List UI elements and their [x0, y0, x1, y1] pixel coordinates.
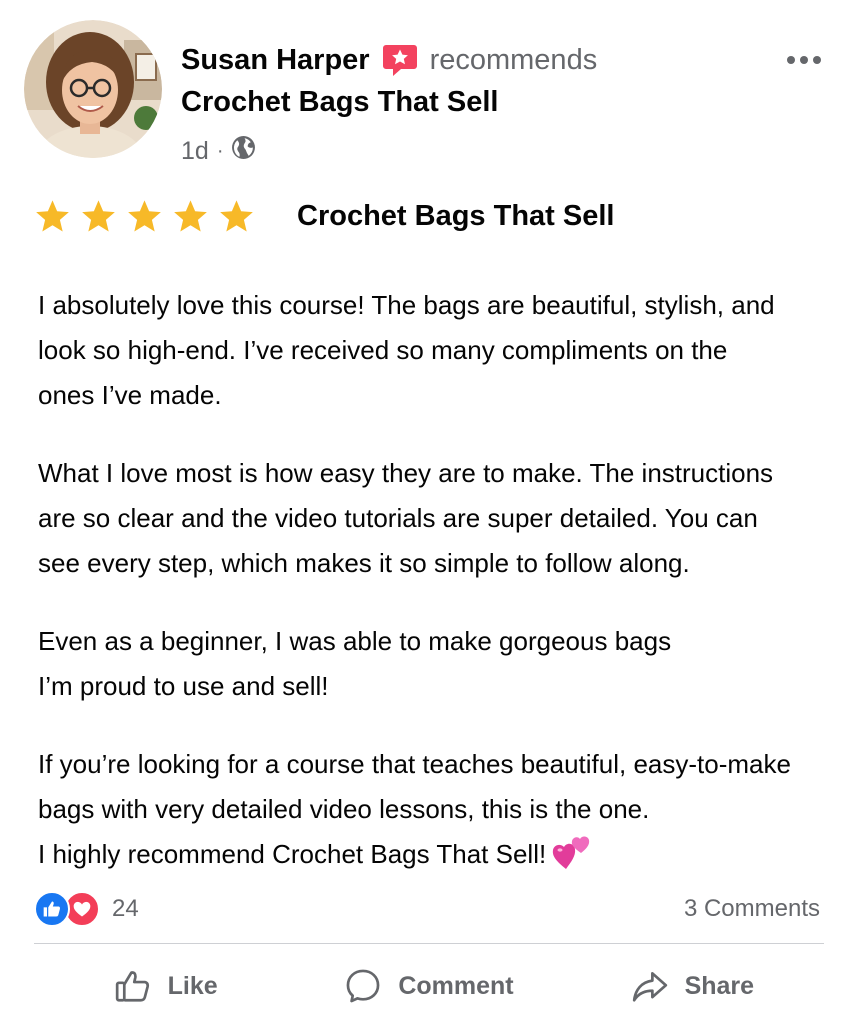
review-line: look so high-end. I’ve received so many …: [38, 335, 728, 365]
comment-button[interactable]: Comment: [297, 958, 560, 1014]
post-actions: Like Comment Share: [34, 958, 824, 1014]
star-rating: [34, 198, 255, 235]
star-icon: [174, 199, 207, 231]
share-button[interactable]: Share: [561, 958, 824, 1014]
actions-divider: [34, 943, 824, 944]
share-icon: [632, 971, 667, 1002]
review-line: Even as a beginner, I was able to make g…: [38, 626, 672, 656]
star-icon: [220, 199, 253, 231]
review-line: I highly recommend Crochet Bags That Sel…: [38, 839, 547, 869]
more-options-button[interactable]: [780, 44, 828, 76]
review-paragraph: What I love most is how easy they are to…: [38, 451, 828, 586]
globe-icon[interactable]: [231, 135, 256, 167]
review-paragraph: I absolutely love this course! The bags …: [38, 283, 828, 418]
like-label: Like: [167, 971, 218, 1000]
star-icon: [128, 199, 161, 231]
like-button[interactable]: Like: [34, 958, 297, 1014]
review-paragraph: If you’re looking for a course that teac…: [38, 742, 828, 877]
rating-row: Crochet Bags That Sell: [34, 194, 614, 238]
review-line: I absolutely love this course! The bags …: [38, 290, 775, 320]
comment-label: Comment: [398, 971, 514, 1000]
review-line: What I love most is how easy they are to…: [38, 458, 774, 488]
author-name[interactable]: Susan Harper: [181, 44, 370, 77]
more-dot-icon: [787, 56, 795, 64]
more-dot-icon: [800, 56, 808, 64]
star-icon: [36, 199, 69, 231]
post-meta: 1d ·: [181, 134, 256, 168]
like-reaction-icon: [34, 891, 70, 927]
review-line: are so clear and the video tutorials are…: [38, 503, 758, 533]
comment-icon: [346, 969, 380, 1003]
post-header: Susan Harper recommends: [181, 38, 597, 82]
share-label: Share: [684, 971, 755, 1000]
meta-separator: ·: [216, 139, 224, 162]
review-post: Susan Harper recommends Crochet Bags Tha…: [0, 0, 858, 1024]
more-dot-icon: [813, 56, 821, 64]
reaction-count: 24: [112, 895, 139, 922]
recommended-page-name[interactable]: Crochet Bags That Sell: [181, 86, 498, 119]
review-line: I’m proud to use and sell!: [38, 671, 329, 701]
recommend-icon: [382, 43, 418, 77]
star-icon: [82, 199, 115, 231]
action-text: recommends: [429, 43, 598, 76]
author-avatar[interactable]: [24, 20, 162, 158]
review-line: bags with very detailed video lessons, t…: [38, 794, 650, 824]
review-line: see every step, which makes it so simple…: [38, 548, 690, 578]
review-line: If you’re looking for a course that teac…: [38, 749, 791, 779]
review-line: ones I’ve made.: [38, 380, 222, 410]
two-hearts-emoji: [552, 835, 592, 871]
rating-title[interactable]: Crochet Bags That Sell: [297, 200, 614, 233]
review-text: I absolutely love this course! The bags …: [38, 283, 828, 877]
post-timestamp[interactable]: 1d: [181, 137, 209, 166]
comments-count-link[interactable]: 3 Comments: [684, 895, 820, 923]
review-paragraph: Even as a beginner, I was able to make g…: [38, 619, 828, 709]
thumbs-up-icon: [115, 971, 149, 1002]
reactions-summary[interactable]: 24: [34, 889, 139, 929]
